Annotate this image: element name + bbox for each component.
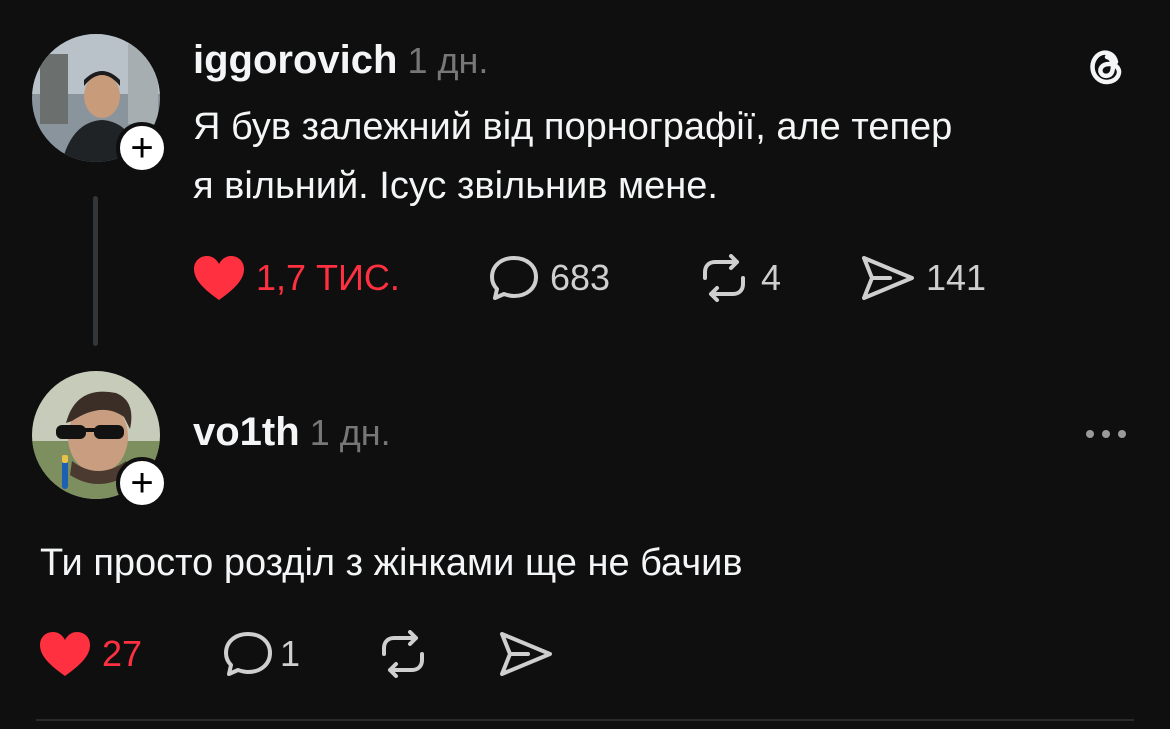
heart-icon [40, 632, 90, 676]
share-count: 141 [926, 257, 987, 298]
post-header: iggorovich 1 дн. [193, 38, 488, 86]
post-text-line: я вільний. Ісус звільнив мене. [193, 165, 718, 207]
share-button[interactable]: 141 [860, 254, 986, 302]
post-time: 1 дн. [407, 40, 489, 81]
reply-comment-button[interactable]: 1 [222, 630, 300, 678]
threads-logo-icon[interactable] [1083, 42, 1131, 95]
repost-button[interactable]: 4 [697, 254, 781, 302]
more-options-button[interactable] [1086, 430, 1126, 438]
like-button[interactable]: 1,7 тис. [192, 254, 400, 302]
reply-repost-button[interactable] [376, 630, 430, 678]
repost-count: 4 [761, 257, 782, 298]
divider [36, 719, 1134, 721]
post-username[interactable]: iggorovich [193, 38, 397, 83]
heart-icon [194, 256, 244, 300]
reply-share-button[interactable] [498, 630, 554, 678]
repost-icon [382, 630, 424, 678]
reply-time: 1 дн. [309, 412, 391, 453]
plus-icon: + [130, 126, 154, 170]
reply-like-count: 27 [102, 633, 143, 674]
comment-button[interactable]: 683 [488, 254, 610, 302]
follow-button-vo1th[interactable]: + [116, 457, 168, 509]
follow-button-iggorovich[interactable]: + [116, 122, 168, 174]
reply-comment-count: 1 [280, 633, 301, 674]
send-icon [862, 256, 914, 300]
comment-count: 683 [550, 257, 611, 298]
plus-icon: + [130, 461, 154, 505]
thread-line [93, 196, 98, 346]
reply-header: vo1th 1 дн. [193, 410, 391, 458]
post-text: Я був залежний від порнографії, але тепе… [193, 98, 1153, 216]
reply-username[interactable]: vo1th [193, 410, 300, 455]
repost-icon [703, 254, 745, 302]
send-icon [500, 632, 552, 676]
comment-bubble-icon [224, 632, 272, 676]
reply-text: Ти просто розділ з жінками ще не бачив [40, 542, 743, 584]
reply-like-button[interactable]: 27 [38, 630, 142, 678]
more-horizontal-icon [1086, 430, 1094, 438]
like-count: 1,7 тис. [256, 257, 400, 298]
comment-bubble-icon [490, 256, 538, 300]
post-text-line: Я був залежний від порнографії, але тепе… [193, 106, 953, 148]
